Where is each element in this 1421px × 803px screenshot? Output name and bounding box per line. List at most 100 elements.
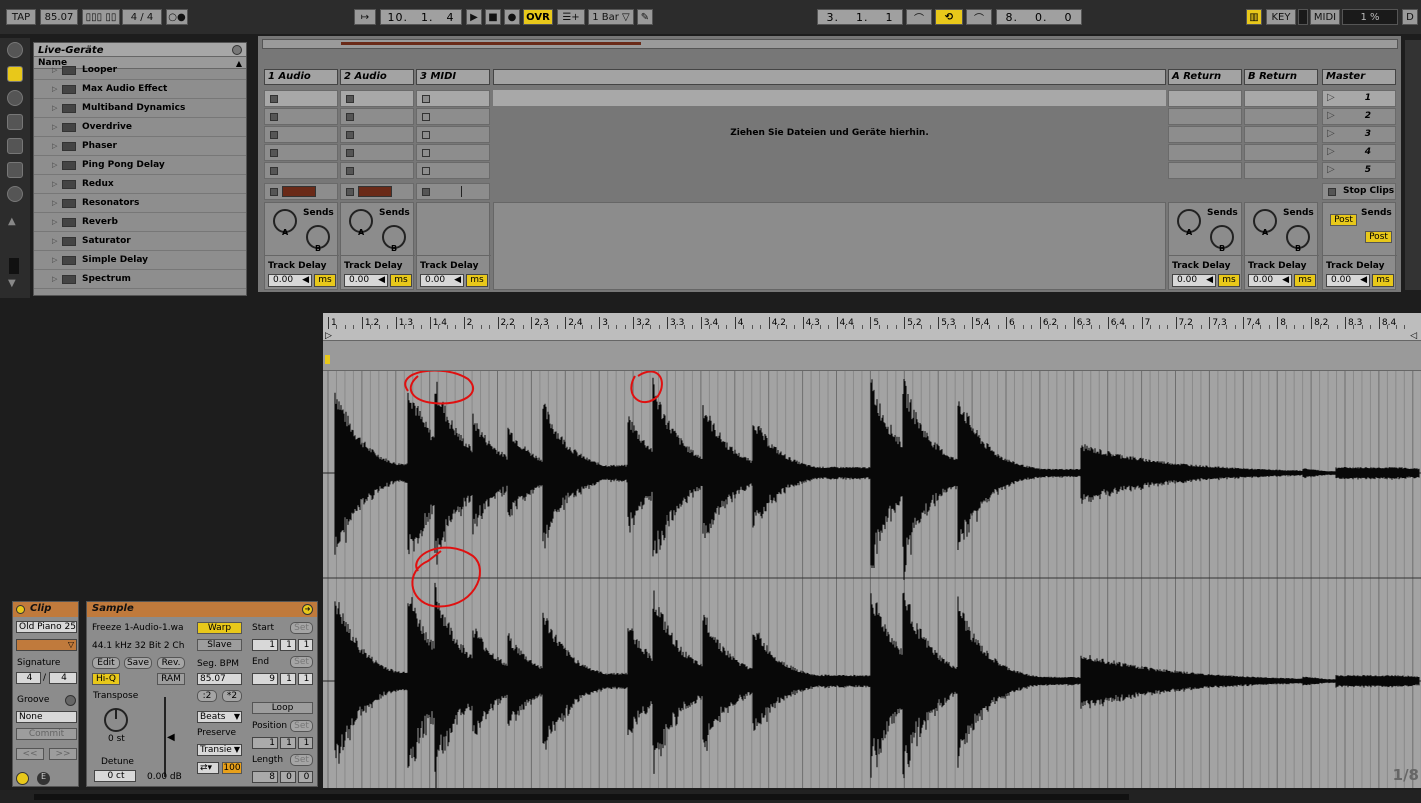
track-delay-unit[interactable]: ms: [1218, 274, 1240, 287]
scene-play-icon[interactable]: ▷: [1327, 164, 1335, 175]
overview-bar[interactable]: [262, 39, 1398, 49]
track-header-master[interactable]: Master: [1322, 69, 1396, 85]
end-set-button[interactable]: Set: [290, 656, 313, 668]
stop-button-icon[interactable]: [422, 188, 430, 196]
clip-slot-track-2[interactable]: [340, 90, 414, 107]
end-bar[interactable]: 9: [252, 673, 278, 685]
clip-stop-button-icon[interactable]: [270, 167, 278, 175]
expand-triangle-icon[interactable]: ▷: [52, 123, 62, 131]
clip-stop-button-icon[interactable]: [346, 149, 354, 157]
position-set-button[interactable]: Set: [290, 720, 313, 732]
clip-slot-a-return[interactable]: [1168, 162, 1242, 179]
track-delay-field[interactable]: 0.00 ◀: [1248, 274, 1292, 287]
metronome-button[interactable]: ○●: [166, 9, 188, 25]
clip-slot-b-return[interactable]: [1244, 162, 1318, 179]
browser-item[interactable]: ▷ Saturator: [34, 232, 246, 251]
launch-tab-icon[interactable]: [16, 772, 29, 785]
double-tempo-button[interactable]: *2: [222, 690, 242, 702]
clip-slot-track-3[interactable]: [416, 126, 490, 143]
post-button-b[interactable]: Post: [1365, 231, 1392, 243]
envelope-field[interactable]: 100: [222, 762, 242, 774]
reverse-button[interactable]: Rev.: [157, 657, 185, 669]
clip-stop-button-icon[interactable]: [270, 149, 278, 157]
expand-triangle-icon[interactable]: ▷: [52, 85, 62, 93]
clip-slot-a-return[interactable]: [1168, 144, 1242, 161]
save-button[interactable]: Save: [124, 657, 152, 669]
file-browser-1-icon[interactable]: [7, 114, 23, 130]
track-delay-unit[interactable]: ms: [466, 274, 488, 287]
browser-item[interactable]: ▷ Redux: [34, 175, 246, 194]
position-sixteenth[interactable]: 1: [298, 737, 313, 749]
start-bar[interactable]: 1: [252, 639, 278, 651]
clip-activator-icon[interactable]: [16, 605, 25, 614]
length-bar[interactable]: 8: [252, 771, 278, 783]
stop-slot-1[interactable]: [264, 183, 338, 200]
scene-launch[interactable]: ▷ 3: [1322, 126, 1396, 143]
show-browser-icon[interactable]: [7, 42, 23, 58]
clip-slot-track-1[interactable]: [264, 126, 338, 143]
scene-launch[interactable]: ▷ 2: [1322, 108, 1396, 125]
clip-stop-button-icon[interactable]: [422, 95, 430, 103]
clip-slot-track-1[interactable]: [264, 162, 338, 179]
clip-slot-track-3[interactable]: [416, 162, 490, 179]
post-button-a[interactable]: Post: [1330, 214, 1357, 226]
beat-time-ruler[interactable]: 1 1.2 1.3 1.4 2 2.2 2.3 2.4 3 3.2 3.3 3.4 4 4.2 4.3 4.4…: [323, 313, 1421, 341]
track-delay-field[interactable]: 0.00 ◀: [344, 274, 388, 287]
browser-item[interactable]: ▷ Resonators: [34, 194, 246, 213]
nudge-forward-button[interactable]: >>: [49, 748, 77, 760]
tempo-field[interactable]: 85.07: [40, 9, 78, 25]
nudge-back-button[interactable]: <<: [16, 748, 44, 760]
scroll-down-icon[interactable]: ▼: [8, 278, 16, 289]
waveform-display[interactable]: [323, 371, 1421, 788]
punch-out-icon[interactable]: ⌒: [966, 9, 992, 25]
stop-button-icon[interactable]: [270, 188, 278, 196]
stop-all-icon[interactable]: [1328, 188, 1336, 196]
stop-icon[interactable]: ■: [485, 9, 501, 25]
clip-slot-track-3[interactable]: [416, 144, 490, 161]
commit-button[interactable]: Commit: [16, 728, 77, 740]
stop-slot-2[interactable]: [340, 183, 414, 200]
scene-play-icon[interactable]: ▷: [1327, 110, 1335, 121]
record-icon[interactable]: ●: [504, 9, 520, 25]
edit-button[interactable]: Edit: [92, 657, 120, 669]
signature-field[interactable]: 4 / 4: [122, 9, 162, 25]
scene-play-icon[interactable]: ▷: [1327, 128, 1335, 139]
start-set-button[interactable]: Set: [290, 622, 313, 634]
quantization-menu[interactable]: 1 Bar ▽: [588, 9, 634, 25]
nudge-buttons[interactable]: ▯▯▯ ▯▯: [82, 9, 120, 25]
clip-slot-track-2[interactable]: [340, 108, 414, 125]
slave-button[interactable]: Slave: [197, 639, 242, 651]
length-beat[interactable]: 0: [280, 771, 296, 783]
clip-stop-button-icon[interactable]: [422, 149, 430, 157]
browser-item[interactable]: ▷ Simple Delay: [34, 251, 246, 270]
gain-slider-track[interactable]: [164, 697, 166, 777]
track-delay-field[interactable]: 0.00 ◀: [1326, 274, 1370, 287]
preserve-select[interactable]: Transie ▼: [197, 744, 242, 756]
expand-triangle-icon[interactable]: ▷: [52, 66, 62, 74]
start-sixteenth[interactable]: 1: [298, 639, 313, 651]
transient-loop-select[interactable]: ⇄▾: [197, 762, 219, 774]
browser-item[interactable]: ▷ Max Audio Effect: [34, 80, 246, 99]
browser-item[interactable]: ▷ Overdrive: [34, 118, 246, 137]
clip-slot-b-return[interactable]: [1244, 126, 1318, 143]
expand-triangle-icon[interactable]: ▷: [52, 218, 62, 226]
clip-stop-button-icon[interactable]: [422, 167, 430, 175]
track-delay-field[interactable]: 0.00 ◀: [420, 274, 464, 287]
track-delay-unit[interactable]: ms: [1372, 274, 1394, 287]
clip-name-field[interactable]: Old Piano 25: [16, 621, 77, 633]
key-map-button[interactable]: KEY: [1266, 9, 1296, 25]
loop-button[interactable]: Loop: [252, 702, 313, 714]
hotswap-icon[interactable]: [7, 186, 23, 202]
clip-stop-button-icon[interactable]: [270, 95, 278, 103]
clip-stop-button-icon[interactable]: [346, 95, 354, 103]
expand-triangle-icon[interactable]: ▷: [52, 275, 62, 283]
track-delay-unit[interactable]: ms: [314, 274, 336, 287]
browser-options-icon[interactable]: [232, 45, 242, 55]
expand-triangle-icon[interactable]: ▷: [52, 256, 62, 264]
midi-map-button[interactable]: MIDI: [1310, 9, 1340, 25]
stop-clips-slot[interactable]: Stop Clips: [1322, 183, 1396, 200]
scene-launch[interactable]: ▷ 1: [1322, 90, 1396, 107]
position-beat[interactable]: 1: [280, 737, 296, 749]
groove-hotswap-icon[interactable]: [65, 695, 76, 706]
envelope-tab-icon[interactable]: E: [37, 772, 50, 785]
